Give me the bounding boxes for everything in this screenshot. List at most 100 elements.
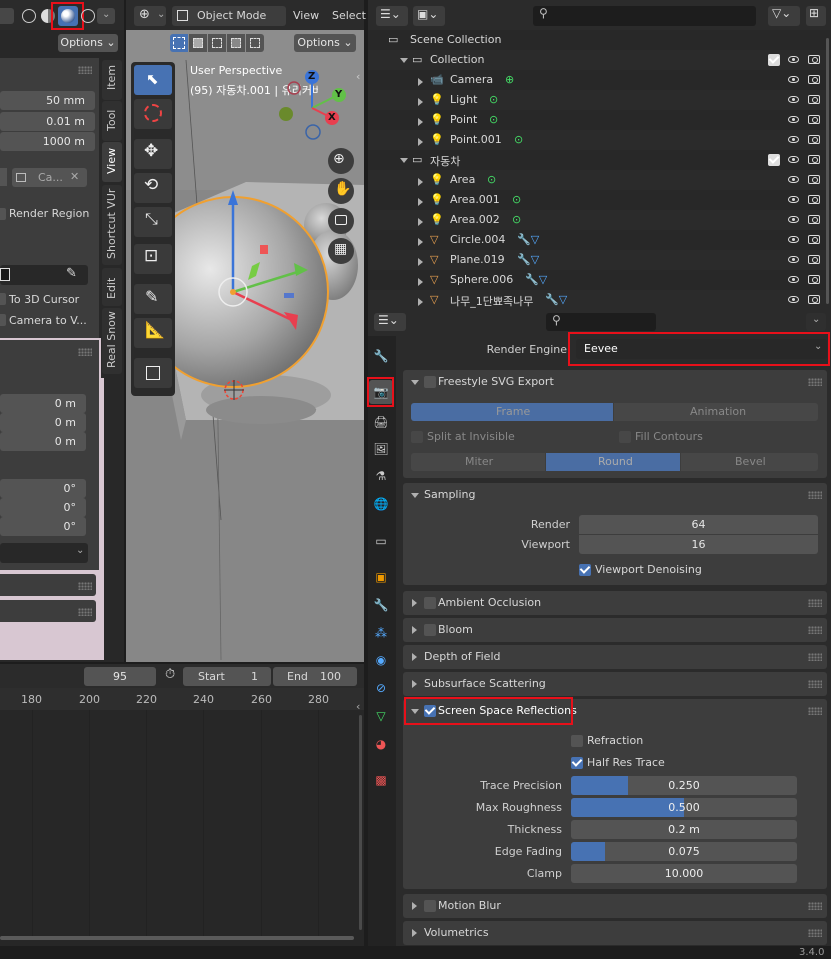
collapse-arrow-icon[interactable]	[418, 98, 423, 106]
collapse-arrow-icon[interactable]	[418, 138, 423, 146]
panel-drag-handle[interactable]	[808, 902, 822, 910]
sidebar-toggle-arrow[interactable]: ‹	[356, 70, 360, 83]
panel-drag-handle[interactable]	[78, 66, 92, 74]
rotation-mode-dropdown[interactable]	[0, 543, 88, 563]
panel-drag-handle[interactable]	[808, 491, 822, 499]
collection-include-checkbox[interactable]	[768, 154, 780, 166]
outliner-row[interactable]: 💡 Area.002 ⊙	[368, 210, 831, 230]
expand-arrow-icon[interactable]	[400, 58, 408, 63]
outliner-row[interactable]: ▭ Collection	[368, 50, 831, 70]
render-samples-field[interactable]: 64	[579, 515, 818, 534]
render-camera-icon[interactable]	[808, 215, 820, 224]
ssr-slider[interactable]: 0.075	[571, 842, 797, 861]
scene-tab-icon[interactable]: ⚗	[372, 467, 390, 485]
rotation-x[interactable]: 0°	[0, 479, 86, 498]
panel-drag-handle[interactable]	[808, 378, 822, 386]
render-camera-icon[interactable]	[808, 235, 820, 244]
render-camera-icon[interactable]	[808, 195, 820, 204]
collapse-arrow-icon[interactable]	[418, 178, 423, 186]
panel-drag-handle[interactable]	[78, 608, 92, 616]
location-y[interactable]: 0 m	[0, 413, 86, 432]
freestyle-checkbox[interactable]	[424, 376, 436, 388]
eye-icon[interactable]	[788, 96, 799, 103]
tab-edit[interactable]: Edit	[102, 268, 122, 306]
tab-shortcut-vur[interactable]: Shortcut VUr	[102, 185, 122, 265]
viewport-options-button[interactable]: Options ⌄	[294, 34, 356, 52]
collapse-arrow-icon[interactable]	[418, 218, 423, 226]
stopwatch-icon[interactable]: ⏱	[165, 667, 175, 682]
outliner-row[interactable]: ▽ Sphere.006 🔧▽	[368, 270, 831, 290]
eye-icon[interactable]	[788, 296, 799, 303]
panel-drag-handle[interactable]	[808, 707, 822, 715]
viewport-samples-field[interactable]: 16	[579, 535, 818, 554]
panel-drag-handle[interactable]	[808, 599, 822, 607]
outliner-scrollbar[interactable]	[826, 38, 829, 304]
clip-start-field[interactable]: 0.01 m	[0, 112, 95, 131]
eyedropper-icon[interactable]: ✎	[66, 266, 77, 281]
object-tab-icon[interactable]: ▣	[372, 568, 390, 586]
expand-arrow-icon[interactable]	[400, 158, 408, 163]
object-data-icon[interactable]: ⊙	[489, 93, 498, 106]
outliner-row[interactable]: 📹 Camera ⊕	[368, 70, 831, 90]
overlay-toggle[interactable]	[0, 8, 14, 24]
particles-tab-icon[interactable]: ⁂	[372, 624, 390, 642]
left-options-button[interactable]: Options ⌄	[58, 34, 118, 52]
panel-drag-handle[interactable]	[808, 680, 822, 688]
collapse-arrow-icon[interactable]	[418, 258, 423, 266]
rotation-y[interactable]: 0°	[0, 498, 86, 517]
collapse-arrow-icon[interactable]	[418, 238, 423, 246]
motion-blur-checkbox[interactable]	[424, 900, 436, 912]
physics-tab-icon[interactable]: ◉	[372, 651, 390, 669]
eye-icon[interactable]	[788, 256, 799, 263]
eye-icon[interactable]	[788, 196, 799, 203]
location-z[interactable]: 0 m	[0, 432, 86, 451]
material-tab-icon[interactable]: ◕	[372, 735, 390, 753]
render-camera-icon[interactable]	[808, 135, 820, 144]
eye-icon[interactable]	[788, 136, 799, 143]
timeline-body[interactable]	[0, 688, 364, 946]
modifier-icon[interactable]: 🔧▽	[545, 293, 567, 306]
to-3d-cursor-checkbox[interactable]	[0, 293, 6, 305]
eye-icon[interactable]	[788, 276, 799, 283]
outliner-row[interactable]: 💡 Area.001 ⊙	[368, 190, 831, 210]
camera-lock-checkbox[interactable]	[0, 168, 7, 186]
bloom-checkbox[interactable]	[424, 624, 436, 636]
clip-end-field[interactable]: 1000 m	[0, 132, 95, 151]
current-frame-field[interactable]: 95	[84, 667, 156, 686]
render-camera-icon[interactable]	[808, 95, 820, 104]
outliner-row[interactable]: ▽ Plane.019 🔧▽	[368, 250, 831, 270]
tab-real-snow[interactable]: Real Snow	[102, 308, 122, 374]
render-camera-icon[interactable]	[808, 155, 820, 164]
collapse-arrow-icon[interactable]	[418, 298, 423, 306]
rendered-shading-icon[interactable]	[81, 9, 95, 23]
render-camera-icon[interactable]	[808, 55, 820, 64]
timeline-vscrollbar[interactable]	[359, 715, 362, 930]
camera-field-clear[interactable]: ✕	[70, 170, 79, 183]
eye-icon[interactable]	[788, 176, 799, 183]
object-data-icon[interactable]: ⊙	[512, 213, 521, 226]
object-data-icon[interactable]: ⊙	[487, 173, 496, 186]
menu-select[interactable]: Select	[332, 9, 366, 22]
eye-icon[interactable]	[788, 156, 799, 163]
eye-icon[interactable]	[788, 116, 799, 123]
wireframe-shading-icon[interactable]	[22, 9, 36, 23]
outliner-row[interactable]: ▭ 자동차	[368, 150, 831, 170]
object-data-icon[interactable]: ⊙	[512, 193, 521, 206]
rotation-z[interactable]: 0°	[0, 517, 86, 536]
outliner-row[interactable]: ▽ Circle.004 🔧▽	[368, 230, 831, 250]
ssr-slider[interactable]: 0.250	[571, 776, 797, 795]
render-camera-icon[interactable]	[808, 295, 820, 304]
outliner-row[interactable]: ▽ 나무_1단뾰족나무 🔧▽	[368, 290, 831, 310]
outliner-row[interactable]: 💡 Point ⊙	[368, 110, 831, 130]
eye-icon[interactable]	[788, 56, 799, 63]
ssr-slider[interactable]: 10.000	[571, 864, 797, 883]
outliner-search-input[interactable]	[533, 6, 756, 26]
output-tab-icon[interactable]: 🖨	[372, 413, 390, 431]
outliner-row[interactable]: 💡 Point.001 ⊙	[368, 130, 831, 150]
ssr-slider[interactable]: 0.500	[571, 798, 797, 817]
viewport-denoising-checkbox[interactable]	[579, 564, 591, 576]
world-tab-icon[interactable]: 🌐	[372, 495, 390, 513]
texture-tab-icon[interactable]: ▩	[372, 771, 390, 789]
ambient-occlusion-checkbox[interactable]	[424, 597, 436, 609]
collapse-arrow-icon[interactable]	[418, 278, 423, 286]
